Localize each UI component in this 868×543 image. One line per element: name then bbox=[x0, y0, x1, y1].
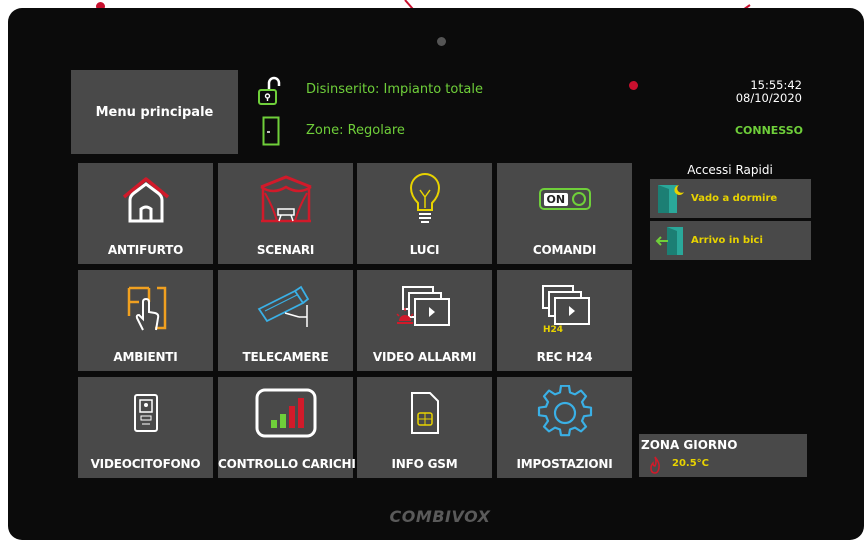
clock: 15:55:42 08/10/2020 bbox=[700, 79, 802, 105]
tile-label: REC H24 bbox=[536, 350, 593, 364]
settings-gear-icon bbox=[537, 385, 592, 437]
switch-knob bbox=[571, 192, 586, 206]
door-moon-icon bbox=[658, 185, 684, 213]
tile-scenari[interactable]: SCENARI bbox=[218, 163, 353, 264]
front-camera bbox=[437, 37, 446, 46]
tile-video-allarmi[interactable]: VIDEO ALLARMI bbox=[357, 270, 492, 371]
sim-card-icon bbox=[410, 392, 439, 434]
tile-label: TELECAMERE bbox=[242, 350, 329, 364]
main-menu-label: Menu principale bbox=[95, 104, 214, 120]
rec-badge: H24 bbox=[542, 325, 565, 335]
tile-label: INFO GSM bbox=[391, 457, 458, 471]
scenario-curtain-icon bbox=[259, 175, 312, 223]
tile-videocitofono[interactable]: VIDEOCITOFONO bbox=[78, 377, 213, 478]
zone-name: ZONA GIORNO bbox=[641, 438, 738, 452]
door-enter-icon bbox=[655, 227, 683, 255]
zone-temperature-panel[interactable]: ZONA GIORNO 20.5°C bbox=[639, 434, 807, 477]
flame-icon bbox=[650, 456, 660, 474]
quick-access-item-arrivo-in-bici[interactable]: Arrivo in bici bbox=[650, 221, 811, 260]
tile-telecamere[interactable]: TELECAMERE bbox=[218, 270, 353, 371]
connection-status: CONNESSO bbox=[734, 124, 803, 137]
unlocked-padlock-icon bbox=[258, 76, 281, 105]
arm-status-text: Disinserito: Impianto totale bbox=[306, 82, 484, 97]
tile-label: AMBIENTI bbox=[113, 350, 178, 364]
quick-access-title: Accessi Rapidi bbox=[687, 163, 773, 177]
tile-label: COMANDI bbox=[532, 243, 597, 257]
load-control-icon bbox=[255, 388, 316, 438]
main-menu-button[interactable]: Menu principale bbox=[71, 70, 238, 154]
tile-label: LUCI bbox=[409, 243, 440, 257]
video-alarm-icon bbox=[395, 286, 450, 326]
quick-access-label: Arrivo in bici bbox=[691, 235, 763, 246]
date-text: 08/10/2020 bbox=[735, 91, 802, 105]
tile-ambienti[interactable]: AMBIENTI bbox=[78, 270, 213, 371]
tile-label: ANTIFURTO bbox=[107, 243, 184, 257]
tile-label: CONTROLLO CARICHI bbox=[218, 457, 356, 471]
zone-temperature: 20.5°C bbox=[672, 458, 710, 469]
annotation-dot-right bbox=[629, 81, 638, 90]
tile-antifurto[interactable]: ANTIFURTO bbox=[78, 163, 213, 264]
tile-label: VIDEOCITOFONO bbox=[90, 457, 201, 471]
tile-rec-h24[interactable]: H24 REC H24 bbox=[497, 270, 632, 371]
tile-label: IMPOSTAZIONI bbox=[516, 457, 613, 471]
on-switch-icon: ON bbox=[538, 188, 591, 210]
tile-comandi[interactable]: ON COMANDI bbox=[497, 163, 632, 264]
camera-icon bbox=[257, 285, 309, 327]
tile-label: SCENARI bbox=[256, 243, 315, 257]
tile-luci[interactable]: LUCI bbox=[357, 163, 492, 264]
lightbulb-icon bbox=[409, 172, 440, 223]
tile-controllo-carichi[interactable]: CONTROLLO CARICHI bbox=[218, 377, 356, 478]
video-intercom-icon bbox=[133, 394, 158, 432]
quick-access-label: Vado a dormire bbox=[691, 193, 778, 204]
switch-on-text: ON bbox=[543, 192, 569, 206]
door-zone-icon bbox=[262, 116, 280, 146]
room-touch-icon bbox=[127, 286, 166, 331]
quick-access-item-vado-a-dormire[interactable]: Vado a dormire bbox=[650, 179, 811, 218]
tile-label: VIDEO ALLARMI bbox=[372, 350, 477, 364]
zone-status-text: Zone: Regolare bbox=[306, 123, 405, 138]
tile-impostazioni[interactable]: IMPOSTAZIONI bbox=[497, 377, 632, 478]
home-alarm-icon bbox=[122, 177, 169, 223]
tile-info-gsm[interactable]: INFO GSM bbox=[357, 377, 492, 478]
brand-logo: COMBIVOX bbox=[389, 507, 491, 526]
